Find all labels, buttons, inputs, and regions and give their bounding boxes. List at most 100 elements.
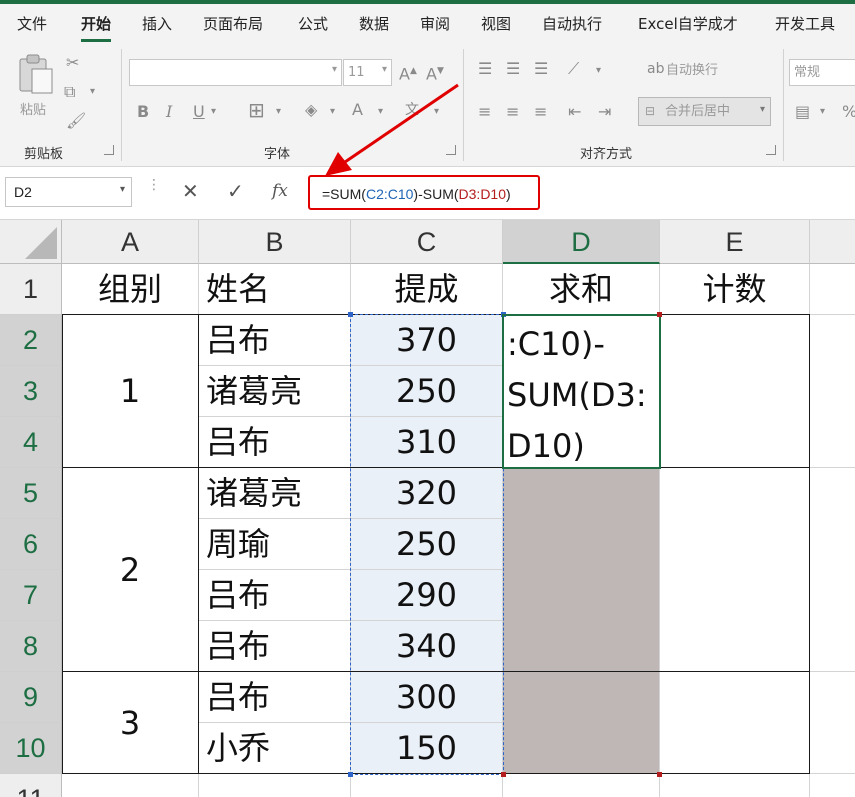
font-launcher-icon[interactable] bbox=[446, 145, 456, 155]
bold-button[interactable]: B bbox=[137, 102, 149, 122]
row-header-7[interactable]: 7 bbox=[0, 570, 62, 621]
column-header-c[interactable]: C bbox=[351, 220, 503, 264]
more-options-icon[interactable]: ⋮ bbox=[147, 178, 161, 192]
cell-b4[interactable]: 吕布 bbox=[199, 417, 351, 468]
row-header-3[interactable]: 3 bbox=[0, 366, 62, 417]
cell-e5-merged[interactable] bbox=[660, 468, 810, 672]
cell-b3[interactable]: 诸葛亮 bbox=[199, 366, 351, 417]
cell-b1[interactable]: 姓名 bbox=[199, 264, 351, 315]
column-header-d[interactable]: D bbox=[503, 220, 660, 264]
cell-c9[interactable]: 300 bbox=[351, 672, 503, 723]
tab-formulas[interactable]: 公式 bbox=[298, 14, 328, 34]
fill-color-dropdown-icon[interactable]: ▾ bbox=[330, 102, 335, 122]
cell-f2[interactable] bbox=[810, 315, 855, 468]
accounting-format-icon[interactable]: ▤ bbox=[795, 102, 810, 122]
cell-e2-merged[interactable] bbox=[660, 315, 810, 468]
cell-b6[interactable]: 周瑜 bbox=[199, 519, 351, 570]
row-header-1[interactable]: 1 bbox=[0, 264, 62, 315]
row-header-11[interactable]: 11 bbox=[0, 774, 62, 797]
cell-a11[interactable] bbox=[62, 774, 199, 797]
column-header-f[interactable] bbox=[810, 220, 855, 264]
cell-b10[interactable]: 小乔 bbox=[199, 723, 351, 774]
row-header-6[interactable]: 6 bbox=[0, 519, 62, 570]
range-handle[interactable] bbox=[657, 312, 662, 317]
orientation-icon[interactable]: ⟋ bbox=[568, 59, 579, 79]
decrease-font-icon[interactable]: A▼ bbox=[426, 61, 444, 84]
cell-b8[interactable]: 吕布 bbox=[199, 621, 351, 672]
tab-page-layout[interactable]: 页面布局 bbox=[203, 14, 263, 34]
cell-e9-merged[interactable] bbox=[660, 672, 810, 774]
font-name-select[interactable]: ▾ bbox=[129, 59, 342, 86]
insert-function-button[interactable]: fx bbox=[272, 179, 288, 203]
cell-f5[interactable] bbox=[810, 468, 855, 672]
tab-review[interactable]: 审阅 bbox=[420, 14, 450, 34]
cell-e1[interactable]: 计数 bbox=[660, 264, 810, 315]
cell-d1[interactable]: 求和 bbox=[503, 264, 660, 315]
align-top-icon[interactable]: ☰ bbox=[478, 59, 492, 79]
cell-e11[interactable] bbox=[660, 774, 810, 797]
increase-indent-icon[interactable]: ⇥ bbox=[598, 102, 611, 122]
row-header-2[interactable]: 2 bbox=[0, 315, 62, 366]
cell-b5[interactable]: 诸葛亮 bbox=[199, 468, 351, 519]
font-color-dropdown-icon[interactable]: ▾ bbox=[378, 102, 383, 122]
align-left-icon[interactable]: ≡ bbox=[478, 102, 491, 122]
italic-button[interactable]: I bbox=[166, 102, 172, 122]
tab-insert[interactable]: 插入 bbox=[142, 14, 172, 34]
tab-developer[interactable]: 开发工具 bbox=[775, 14, 835, 34]
wrap-text-label[interactable]: 自动换行 bbox=[666, 62, 718, 80]
column-header-e[interactable]: E bbox=[660, 220, 810, 264]
cell-c6[interactable]: 250 bbox=[351, 519, 503, 570]
clipboard-launcher-icon[interactable] bbox=[104, 145, 114, 155]
phonetic-icon[interactable]: 文 bbox=[405, 100, 419, 120]
cell-b2[interactable]: 吕布 bbox=[199, 315, 351, 366]
row-header-5[interactable]: 5 bbox=[0, 468, 62, 519]
cell-b7[interactable]: 吕布 bbox=[199, 570, 351, 621]
cell-a2-merged[interactable]: 1 bbox=[62, 315, 199, 468]
tab-file[interactable]: 文件 bbox=[17, 14, 47, 34]
spreadsheet-grid[interactable]: A B C D E 1 2 3 4 5 6 7 8 9 10 11 组别 姓名 … bbox=[0, 220, 855, 797]
increase-font-icon[interactable]: A▲ bbox=[399, 61, 417, 84]
cell-c1[interactable]: 提成 bbox=[351, 264, 503, 315]
cell-c8[interactable]: 340 bbox=[351, 621, 503, 672]
orientation-dropdown-icon[interactable]: ▾ bbox=[596, 61, 601, 81]
merge-center-button[interactable]: ⊟ 合并后居中 ▾ bbox=[638, 97, 771, 126]
underline-dropdown-icon[interactable]: ▾ bbox=[211, 102, 216, 122]
cell-f9[interactable] bbox=[810, 672, 855, 774]
range-handle[interactable] bbox=[501, 772, 506, 777]
cell-c2[interactable]: 370 bbox=[351, 315, 503, 366]
wrap-text-icon[interactable]: ab bbox=[647, 59, 664, 79]
column-header-a[interactable]: A bbox=[62, 220, 199, 264]
phonetic-dropdown-icon[interactable]: ▾ bbox=[434, 102, 439, 122]
tab-automate[interactable]: 自动执行 bbox=[542, 14, 602, 34]
cell-d11[interactable] bbox=[503, 774, 660, 797]
row-header-10[interactable]: 10 bbox=[0, 723, 62, 774]
align-bottom-icon[interactable]: ☰ bbox=[534, 59, 548, 79]
row-header-4[interactable]: 4 bbox=[0, 417, 62, 468]
cell-c4[interactable]: 310 bbox=[351, 417, 503, 468]
cell-a9-merged[interactable]: 3 bbox=[62, 672, 199, 774]
cell-a1[interactable]: 组别 bbox=[62, 264, 199, 315]
row-header-9[interactable]: 9 bbox=[0, 672, 62, 723]
row-header-8[interactable]: 8 bbox=[0, 621, 62, 672]
percent-icon[interactable]: % bbox=[842, 102, 855, 122]
font-size-select[interactable]: 11 ▾ bbox=[343, 59, 392, 86]
cancel-icon[interactable]: ✕ bbox=[182, 179, 199, 203]
align-center-icon[interactable]: ≡ bbox=[506, 102, 519, 122]
border-dropdown-icon[interactable]: ▾ bbox=[276, 102, 281, 122]
cell-d9-merged[interactable] bbox=[503, 672, 660, 774]
select-all-button[interactable] bbox=[0, 220, 62, 264]
cell-c10[interactable]: 150 bbox=[351, 723, 503, 774]
alignment-launcher-icon[interactable] bbox=[766, 145, 776, 155]
tab-data[interactable]: 数据 bbox=[359, 14, 389, 34]
number-format-select[interactable]: 常规 bbox=[789, 59, 855, 86]
cell-c11[interactable] bbox=[351, 774, 503, 797]
format-painter-icon[interactable]: 🖌 bbox=[66, 111, 86, 131]
tab-view[interactable]: 视图 bbox=[481, 14, 511, 34]
paste-button[interactable]: 粘贴 bbox=[14, 53, 58, 123]
tab-excel-self-study[interactable]: Excel自学成才 bbox=[638, 14, 738, 34]
accounting-dropdown-icon[interactable]: ▾ bbox=[820, 102, 825, 122]
cell-b11[interactable] bbox=[199, 774, 351, 797]
copy-icon[interactable]: ⧉ bbox=[64, 82, 75, 102]
cell-c7[interactable]: 290 bbox=[351, 570, 503, 621]
align-middle-icon[interactable]: ☰ bbox=[506, 59, 520, 79]
